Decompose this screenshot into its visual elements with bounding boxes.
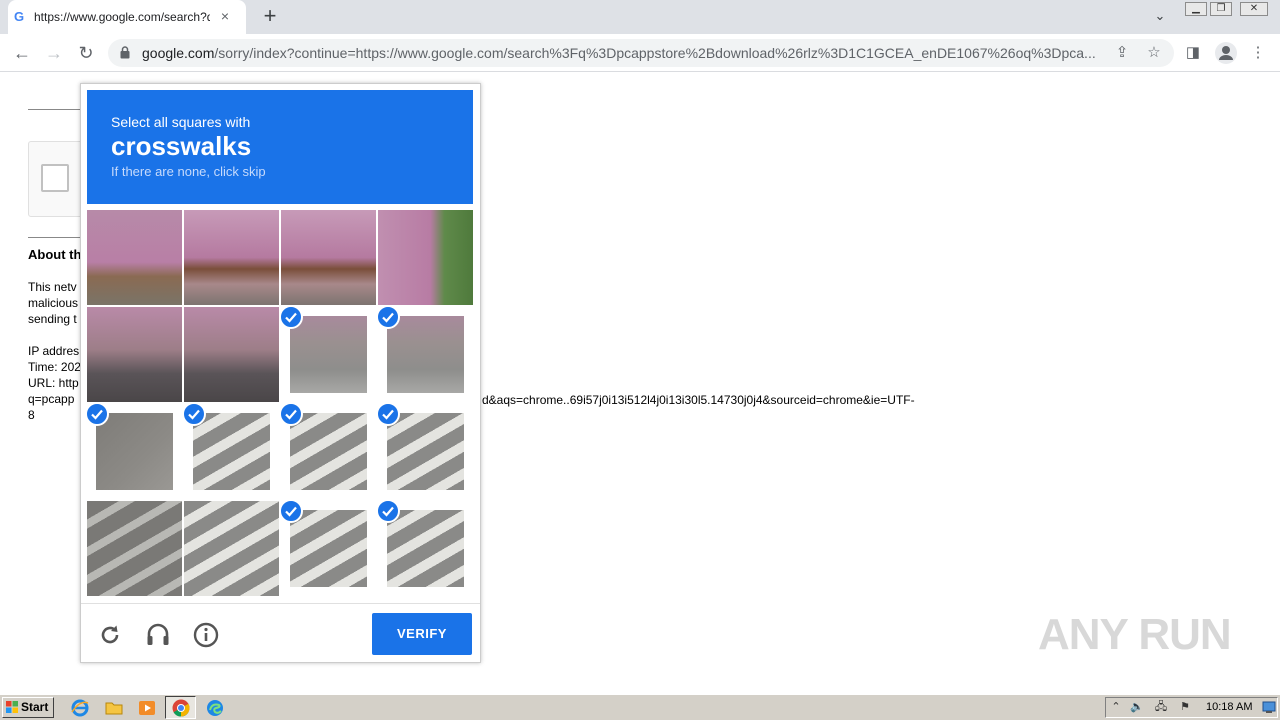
selected-checkmark-icon xyxy=(85,402,109,426)
divider xyxy=(28,237,83,238)
selected-checkmark-icon xyxy=(376,402,400,426)
tile-image xyxy=(184,210,279,305)
selected-checkmark-icon xyxy=(279,499,303,523)
not-a-robot-checkbox[interactable] xyxy=(41,164,69,192)
media-player-icon[interactable] xyxy=(137,698,157,718)
side-panel-icon[interactable]: ◨ xyxy=(1183,43,1203,63)
back-button[interactable]: ← xyxy=(10,41,34,65)
divider xyxy=(28,109,83,110)
tab-title: https://www.google.com/search?q= xyxy=(34,10,210,24)
show-hidden-icons-icon[interactable]: ⌃ xyxy=(1109,700,1123,714)
tile-image xyxy=(87,210,182,305)
new-tab-button[interactable]: + xyxy=(258,5,282,29)
tile-image xyxy=(184,307,279,402)
tile-image xyxy=(290,316,367,393)
captcha-tile[interactable] xyxy=(281,210,376,305)
tile-image xyxy=(193,413,270,490)
volume-icon[interactable]: 🔈 xyxy=(1130,700,1144,714)
show-desktop-icon[interactable] xyxy=(1262,700,1276,714)
anyrun-watermark: ANY RUN xyxy=(1038,610,1232,659)
tile-image xyxy=(290,510,367,587)
captcha-tile[interactable] xyxy=(87,501,182,596)
file-explorer-icon[interactable] xyxy=(104,698,124,718)
action-center-flag-icon[interactable]: ⚑ xyxy=(1178,700,1192,714)
page-text-line: Time: 202 xyxy=(28,360,81,374)
tile-image xyxy=(290,413,367,490)
internet-explorer-icon[interactable] xyxy=(70,698,90,718)
captcha-subtext: If there are none, click skip xyxy=(111,164,266,179)
captcha-tile[interactable] xyxy=(184,501,279,596)
edge-icon[interactable] xyxy=(205,698,225,718)
taskbar-clock[interactable]: 10:18 AM xyxy=(1206,701,1252,713)
divider xyxy=(81,603,480,604)
selected-checkmark-icon xyxy=(279,305,303,329)
captcha-tile[interactable] xyxy=(87,210,182,305)
captcha-tile[interactable] xyxy=(87,307,182,402)
more-menu-icon[interactable]: ⋮ xyxy=(1248,43,1268,63)
tile-image xyxy=(378,210,473,305)
forward-button[interactable]: → xyxy=(42,41,66,65)
captcha-tile[interactable] xyxy=(184,307,279,402)
network-icon[interactable]: 🖧 xyxy=(1154,700,1168,714)
info-icon[interactable] xyxy=(192,621,220,649)
reload-button[interactable]: ↻ xyxy=(74,41,98,65)
chrome-icon xyxy=(172,699,190,717)
minimize-button[interactable]: ▁ xyxy=(1185,2,1207,16)
tile-image xyxy=(184,501,279,596)
close-window-button[interactable]: ✕ xyxy=(1240,2,1268,16)
selected-checkmark-icon xyxy=(182,402,206,426)
captcha-tile[interactable] xyxy=(184,210,279,305)
tab-close-icon[interactable]: × xyxy=(216,7,234,25)
tile-image xyxy=(87,501,182,596)
share-icon[interactable]: ⇪ xyxy=(1112,43,1132,63)
audio-challenge-icon[interactable] xyxy=(144,621,172,649)
captcha-keyword: crosswalks xyxy=(111,131,252,161)
page-text-line: q=pcapp xyxy=(28,392,75,406)
reload-challenge-icon[interactable] xyxy=(96,621,124,649)
selected-checkmark-icon xyxy=(376,305,400,329)
tile-image xyxy=(387,413,464,490)
windows-logo-icon xyxy=(6,701,18,713)
page-text-line: IP addres xyxy=(28,344,80,358)
verify-button[interactable]: VERIFY xyxy=(372,613,472,655)
url-text[interactable]: google.com/sorry/index?continue=https://… xyxy=(142,45,1108,61)
tile-image xyxy=(387,510,464,587)
request-url-text: d&aqs=chrome..69i57j0i13i512l4j0i13i30l5… xyxy=(482,393,915,407)
captcha-instruction: Select all squares with xyxy=(111,114,251,130)
page-text-line: sending t xyxy=(28,312,77,326)
tab-search-chevron-icon[interactable]: ⌄ xyxy=(1150,8,1170,26)
page-text-line: 8 xyxy=(28,408,35,422)
captcha-tile[interactable] xyxy=(378,210,473,305)
tile-image xyxy=(87,307,182,402)
selected-checkmark-icon xyxy=(376,499,400,523)
bookmark-star-icon[interactable]: ☆ xyxy=(1144,43,1164,63)
lock-icon[interactable] xyxy=(120,46,130,59)
restore-button[interactable]: ❐ xyxy=(1210,2,1232,16)
page-text-line: malicious xyxy=(28,296,79,310)
selected-checkmark-icon xyxy=(279,402,303,426)
about-heading: About th xyxy=(28,247,82,262)
tile-image xyxy=(96,413,173,490)
page-text-line: This netv xyxy=(28,280,77,294)
google-favicon-icon: G xyxy=(14,9,25,24)
profile-avatar-icon[interactable] xyxy=(1214,41,1238,65)
tile-image xyxy=(387,316,464,393)
tile-image xyxy=(281,210,376,305)
page-text-line: URL: http xyxy=(28,376,79,390)
